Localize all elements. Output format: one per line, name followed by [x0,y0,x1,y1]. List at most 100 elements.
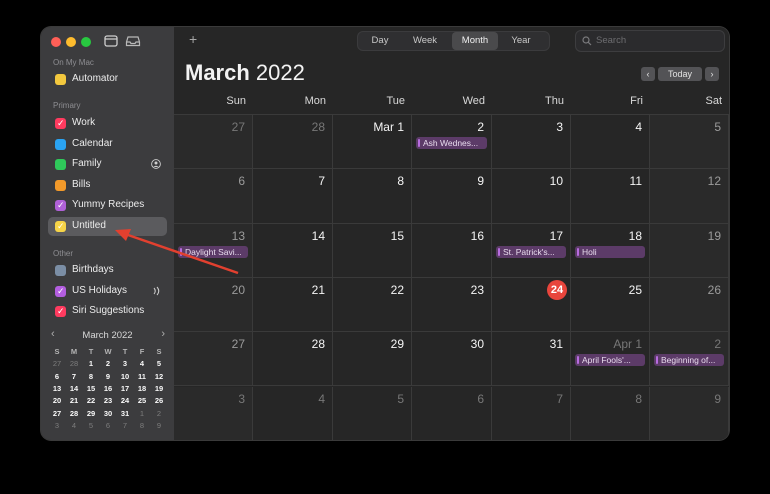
day-cell[interactable]: 27 [174,115,253,170]
close-button[interactable] [51,37,61,47]
day-cell[interactable]: 25 [571,277,650,333]
day-cell[interactable]: 9 [412,169,492,224]
calendar-checkbox[interactable] [55,265,66,276]
sidebar-item-calendar[interactable]: Calendar [48,135,167,154]
zoom-button[interactable] [81,37,91,47]
mini-day[interactable]: 4 [66,420,82,432]
calendar-checkbox[interactable]: ✓ [55,200,66,211]
day-cell[interactable]: 21 [253,277,333,333]
mini-day[interactable]: 3 [49,420,65,432]
add-event-button[interactable]: + [189,31,197,47]
day-cell[interactable]: 13 Daylight Savi... [174,223,253,278]
mini-day[interactable]: 30 [100,408,116,420]
mini-day[interactable]: 27 [49,408,65,420]
mini-day[interactable]: 5 [83,420,99,432]
mini-day[interactable]: 6 [100,420,116,432]
mini-day[interactable]: 13 [49,383,65,395]
day-cell[interactable]: 7 [253,169,333,224]
day-cell[interactable]: 4 [571,115,650,170]
day-cell[interactable]: 20 [174,277,253,333]
event-item[interactable]: Ash Wednes... [416,137,487,149]
day-cell[interactable]: 2 Beginning of... [650,332,729,387]
day-cell[interactable]: 7 [492,386,571,440]
sidebar-item-automator[interactable]: Automator [48,70,167,89]
calendar-checkbox[interactable]: ✓ [55,118,66,129]
mini-day[interactable]: 10 [117,371,133,383]
day-cell[interactable]: 12 [650,169,729,224]
event-item[interactable]: Daylight Savi... [178,245,248,258]
today-button[interactable]: Today [658,67,702,81]
mini-day[interactable]: 9 [100,371,116,383]
day-cell[interactable]: 8 [571,386,650,440]
day-cell[interactable]: 24 [492,277,571,333]
mini-day[interactable]: 5 [151,358,167,370]
day-cell[interactable]: 8 [333,169,412,224]
next-month-button[interactable]: › [705,67,719,81]
day-cell[interactable]: 5 [333,386,412,440]
mini-day[interactable]: 7 [66,371,82,383]
day-cell[interactable]: 27 [174,332,253,387]
mini-next-button[interactable]: › [161,328,165,340]
day-cell[interactable]: 17 St. Patrick's... [492,223,571,278]
event-item[interactable]: April Fools'... [575,354,645,367]
sidebar-item-birthdays[interactable]: Birthdays [48,261,167,280]
day-cell[interactable]: 6 [174,169,253,224]
mini-day[interactable]: 29 [83,408,99,420]
day-cell[interactable]: 29 [333,332,412,387]
mini-day[interactable]: 1 [134,408,150,420]
mini-day[interactable]: 15 [83,383,99,395]
mini-day[interactable]: 11 [134,371,150,383]
mini-day[interactable]: 16 [100,383,116,395]
sidebar-item-bills[interactable]: Bills [48,176,167,195]
day-cell[interactable]: 28 [253,332,333,387]
day-cell[interactable]: 30 [412,332,492,387]
mini-day[interactable]: 2 [100,358,116,370]
prev-month-button[interactable]: ‹ [641,67,655,81]
inbox-icon[interactable] [125,34,141,48]
calendar-list-icon[interactable] [103,34,119,48]
view-year-button[interactable]: Year [498,32,544,50]
day-cell[interactable]: 9 [650,386,729,440]
sidebar-item-yummy-recipes[interactable]: ✓ Yummy Recipes [48,196,167,215]
sidebar-item-us-holidays[interactable]: ✓ US Holidays [48,282,167,301]
mini-day[interactable]: 1 [83,358,99,370]
view-month-button[interactable]: Month [452,32,498,50]
day-cell[interactable]: 2 Ash Wednes... [412,115,492,170]
event-item[interactable]: Holi [575,245,645,258]
mini-day[interactable]: 28 [66,358,82,370]
event-item[interactable]: St. Patrick's... [496,245,566,258]
mini-day[interactable]: 21 [66,395,82,407]
calendar-checkbox[interactable]: ✓ [55,286,66,297]
day-cell[interactable]: 15 [333,223,412,278]
day-cell[interactable]: 11 [571,169,650,224]
mini-day[interactable]: 3 [117,358,133,370]
mini-day[interactable]: 24 [117,394,133,408]
mini-day[interactable]: 23 [100,395,116,407]
mini-day[interactable]: 31 [117,408,133,420]
mini-day[interactable]: 6 [49,371,65,383]
day-cell[interactable]: 23 [412,277,492,333]
day-cell[interactable]: Apr 1 April Fools'... [571,332,650,387]
sidebar-item-untitled[interactable]: ✓ Untitled [48,217,167,236]
mini-day[interactable]: 27 [49,358,65,370]
calendar-checkbox[interactable]: ✓ [55,221,66,232]
calendar-checkbox[interactable] [55,180,66,191]
day-cell[interactable]: Mar 1 [333,115,412,170]
search-field[interactable]: Search [576,31,724,51]
mini-day[interactable]: 17 [117,383,133,395]
sidebar-item-work[interactable]: ✓ Work [48,114,167,133]
event-item[interactable]: Beginning of... [654,354,724,367]
mini-day[interactable]: 9 [151,420,167,432]
calendar-checkbox[interactable] [55,74,66,85]
calendar-checkbox[interactable]: ✓ [55,306,66,317]
day-cell[interactable]: 22 [333,277,412,333]
day-cell[interactable]: 19 [650,223,729,278]
day-cell[interactable]: 3 [492,115,571,170]
sidebar-item-siri-suggestions[interactable]: ✓ Siri Suggestions [48,302,167,321]
mini-day[interactable]: 22 [83,395,99,407]
day-cell[interactable]: 10 [492,169,571,224]
day-cell[interactable]: 14 [253,223,333,278]
day-cell[interactable]: 16 [412,223,492,278]
day-cell[interactable]: 5 [650,115,729,170]
view-day-button[interactable]: Day [358,32,402,50]
